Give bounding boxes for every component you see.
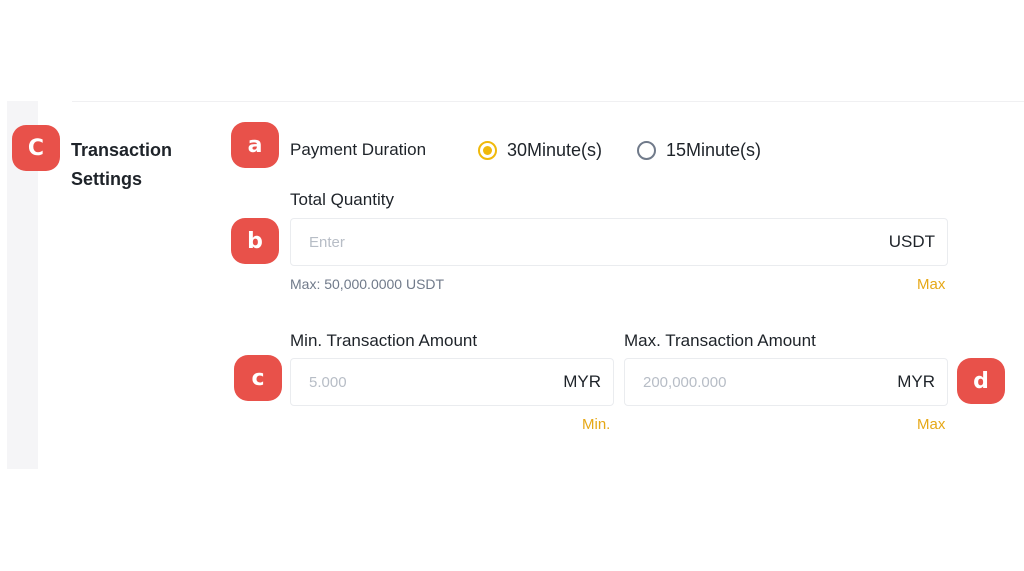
max-amount-unit: MYR [897,372,935,391]
total-quantity-label: Total Quantity [290,190,394,209]
annotation-marker-b: b [231,218,279,264]
annotation-marker-c-section: C [12,125,60,171]
annotation-marker-a: a [231,122,279,168]
radio-15-minutes[interactable]: 15Minute(s) [637,137,761,163]
payment-duration-label: Payment Duration [290,140,427,159]
total-quantity-hint: Max: 50,000.0000 USDT [290,276,445,292]
max-amount-label: Max. Transaction Amount [624,331,816,350]
section-title: Transaction Settings [71,136,191,194]
radio-30-minutes[interactable]: 30Minute(s) [478,137,602,163]
radio-unchecked-icon [637,140,656,160]
divider [72,101,1024,102]
section-title-line1: Transaction [71,140,173,160]
max-amount-max-link[interactable]: Max [917,416,945,433]
total-quantity-unit: USDT [888,232,935,251]
total-quantity-input[interactable] [307,232,889,252]
min-amount-input[interactable] [307,372,564,392]
max-amount-field: MYR [624,358,948,406]
min-amount-unit: MYR [563,372,601,391]
radio-15-minutes-label: 15Minute(s) [666,139,762,160]
radio-30-minutes-label: 30Minute(s) [507,139,603,160]
radio-checked-icon [478,140,497,160]
section-title-line2: Settings [71,169,143,189]
max-amount-input[interactable] [641,372,898,392]
annotation-marker-c: c [234,355,282,401]
min-amount-label: Min. Transaction Amount [290,331,478,350]
min-amount-min-link[interactable]: Min. [582,416,610,433]
min-amount-field: MYR [290,358,614,406]
total-quantity-field: USDT [290,218,948,266]
total-quantity-max-link[interactable]: Max [917,276,945,293]
annotation-marker-d: d [957,358,1005,404]
